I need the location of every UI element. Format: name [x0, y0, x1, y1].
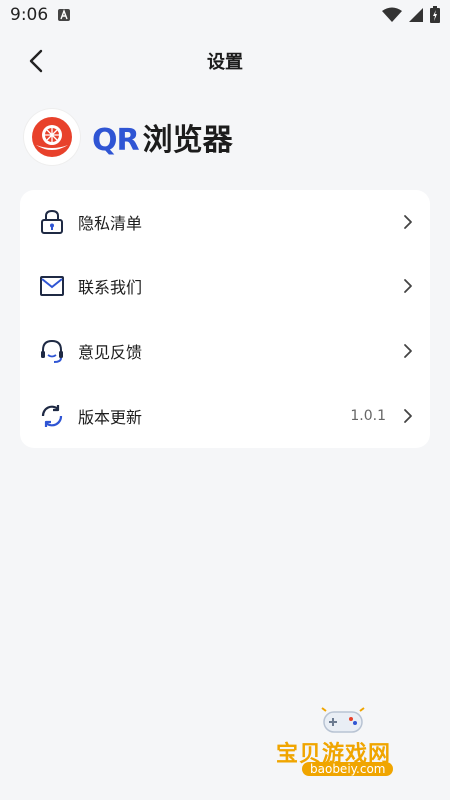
gamepad-icon — [321, 707, 365, 733]
settings-card: 隐私清单 联系我们 意见反馈 版本更新 1.0.1 — [20, 190, 430, 448]
menu-item-feedback[interactable]: 意见反馈 — [20, 319, 430, 383]
headset-icon — [38, 337, 66, 365]
signal-icon — [409, 7, 423, 22]
page-title: 设置 — [207, 52, 243, 73]
menu-item-label: 隐私清单 — [78, 214, 143, 233]
brand-name: QR 浏览器 — [92, 115, 233, 159]
menu-item-label: 意见反馈 — [78, 343, 143, 362]
chevron-right-icon — [400, 341, 416, 361]
battery-icon — [430, 6, 440, 23]
lock-icon — [38, 208, 66, 236]
chevron-right-icon — [400, 212, 416, 232]
menu-item-contact[interactable]: 联系我们 — [20, 254, 430, 318]
version-value: 1.0.1 — [350, 408, 386, 424]
brand-qr: QR — [92, 123, 140, 158]
brand-title: 浏览器 — [142, 123, 233, 158]
a-icon — [58, 9, 70, 21]
mail-icon — [38, 272, 66, 300]
status-icons — [382, 6, 440, 23]
chevron-right-icon — [400, 276, 416, 296]
menu-item-privacy[interactable]: 隐私清单 — [20, 190, 430, 254]
app-header: 设置 — [0, 36, 450, 84]
brand: QR 浏览器 — [24, 108, 233, 166]
menu-item-update[interactable]: 版本更新 1.0.1 — [20, 384, 430, 448]
wifi-icon — [382, 7, 402, 22]
menu-item-label: 联系我们 — [78, 278, 143, 297]
app-logo-icon — [24, 109, 80, 165]
refresh-icon — [38, 402, 66, 430]
status-bar: 9:06 — [0, 0, 450, 30]
chevron-right-icon — [400, 406, 416, 426]
status-time: 9:06 — [10, 5, 49, 25]
watermark-url: baobeiy.com — [302, 762, 394, 776]
menu-item-label: 版本更新 — [78, 408, 143, 427]
watermark: 宝贝游戏网 baobeiy.com — [272, 700, 422, 790]
